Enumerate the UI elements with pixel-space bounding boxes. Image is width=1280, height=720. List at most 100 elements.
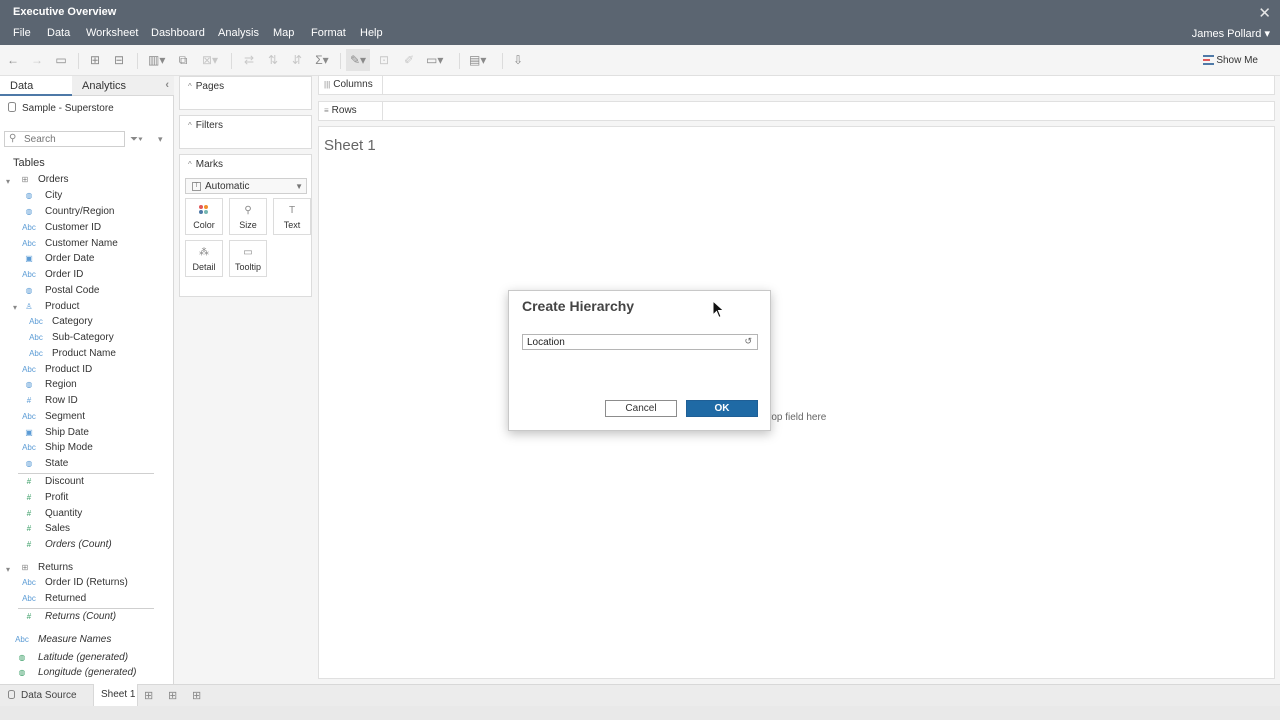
columns-icon: ||| [324,80,331,89]
new-worksheet-icon[interactable]: ▥▾ [148,53,165,67]
abc-icon: Abc [29,349,43,358]
search-icon: ⚲ [9,133,17,144]
sheet-tabs-bar: Data Source Sheet 1 ⊞ ⊞ ⊞ [0,684,1280,706]
reset-icon[interactable]: ↺ [744,336,752,347]
separator [18,473,154,474]
collapse-pane-icon[interactable]: ‹ [165,79,169,91]
tooltip-icon: ▭ [243,247,253,258]
fit-icon[interactable]: ▤▾ [469,53,486,67]
ok-button[interactable]: OK [686,400,758,417]
hierarchy-icon: ♙ [25,302,33,311]
globe-icon: ◍ [25,286,33,295]
expand-orders-icon[interactable]: ▾ [6,177,10,186]
filter-icon[interactable]: ⏷▾ [130,134,143,145]
filters-title: ^ Filters [188,120,223,131]
toolbar-separator [502,53,503,69]
menu-map[interactable]: Map [273,27,294,39]
new-data-source-icon[interactable]: ⊞ [87,53,103,67]
new-story-icon[interactable]: ⊞ [192,689,201,702]
abc-icon: Abc [29,333,43,342]
database-icon [8,102,16,112]
user-menu[interactable]: James Pollard ▾ [1192,27,1270,40]
globe-icon: ◍ [18,653,26,662]
data-source-item[interactable]: Sample - Superstore [8,102,114,114]
mouse-cursor-icon [712,300,725,319]
labels-icon[interactable]: ✐ [401,53,417,67]
rows-icon: ≡ [324,106,329,115]
show-me-button[interactable]: Show Me [1216,55,1258,66]
database-icon [8,690,15,699]
menu-help[interactable]: Help [360,27,383,39]
menu-analysis[interactable]: Analysis [218,27,259,39]
fix-axes-icon[interactable]: ▭▾ [426,53,443,67]
duplicate-icon[interactable]: ⧉ [175,53,191,67]
caret-icon: ^ [188,121,192,130]
filters-card[interactable]: ^ Filters [179,115,312,149]
text-button[interactable]: T Text [273,198,311,235]
rows-shelf[interactable]: ≡ Rows [318,101,1275,121]
totals-icon[interactable]: Σ▾ [314,53,330,67]
text-icon: T [288,205,296,216]
data-source-name: Sample - Superstore [22,103,114,114]
number-icon: # [26,612,32,621]
pages-card[interactable]: ^ Pages [179,76,312,110]
hierarchy-name-input[interactable] [527,336,737,348]
undo-icon[interactable]: ← [5,53,21,67]
toolbar: ← → ▭ ⊞ ⊟ ▥▾ ⧉ ⊠▾ ⇄ ⇅ ⇵ Σ▾ ✎▾ ⊡ ✐ ▭▾ ▤▾ … [0,45,1280,76]
menu-format[interactable]: Format [311,27,346,39]
new-dashboard-icon[interactable]: ⊞ [168,689,177,702]
tooltip-button[interactable]: ▭ Tooltip [229,240,267,277]
close-icon[interactable]: ✕ [1258,4,1271,22]
more-options-icon[interactable]: ▾ [158,134,163,145]
highlight-icon[interactable]: ✎▾ [350,53,366,67]
clear-icon[interactable]: ⊠▾ [202,53,218,67]
worksheet-canvas[interactable]: Sheet 1 rop field here [318,126,1275,679]
number-icon: # [26,493,32,502]
tab-analytics-label: Analytics [82,80,127,92]
new-worksheet-icon[interactable]: ⊞ [144,689,153,702]
expand-returns-icon[interactable]: ▾ [6,565,10,574]
size-button[interactable]: ⚲ Size [229,198,267,235]
calendar-icon: ▣ [25,254,33,263]
color-icon [186,205,222,217]
caret-icon: ^ [188,82,192,91]
toolbar-separator [231,53,232,69]
mark-type-dropdown[interactable]: T Automatic ▼ [185,178,307,194]
abc-icon: Abc [22,594,36,603]
tab-data[interactable]: Data [0,76,72,96]
show-me-icon [1203,55,1214,65]
tab-analytics[interactable]: Analytics ‹ [72,76,174,96]
sheet-title[interactable]: Sheet 1 [324,137,376,154]
columns-shelf[interactable]: ||| Columns [318,75,1275,95]
hierarchy-name-field[interactable]: ↺ [522,334,758,350]
save-icon[interactable]: ▭ [53,53,69,67]
menu-file[interactable]: File [13,27,31,39]
abc-icon: Abc [29,317,43,326]
detail-button[interactable]: ⁂ Detail [185,240,223,277]
menu-data[interactable]: Data [47,27,70,39]
redo-icon[interactable]: → [29,53,45,67]
abc-icon: Abc [22,443,36,452]
title-bar: Executive Overview ✕ File Data Worksheet… [0,0,1280,45]
sort-descending-icon[interactable]: ⇵ [289,53,305,67]
data-source-tab[interactable]: Data Source [8,690,77,701]
cards-panel: ^ Pages ^ Filters ^ Marks T Automatic ▼ Col… [175,76,316,684]
color-button[interactable]: Color [185,198,223,235]
cancel-button[interactable]: Cancel [605,400,677,417]
group-icon[interactable]: ⊡ [376,53,392,67]
detail-icon: ⁂ [199,247,209,258]
swap-icon[interactable]: ⇄ [241,53,257,67]
expand-product-icon[interactable]: ▾ [13,303,17,312]
pause-updates-icon[interactable]: ⊟ [111,53,127,67]
search-input[interactable] [24,133,122,145]
sheet-tab[interactable]: Sheet 1 [93,684,138,706]
globe-icon: ◍ [25,207,33,216]
share-icon[interactable]: ⇩ [510,53,526,67]
menu-worksheet[interactable]: Worksheet [86,27,138,39]
chevron-down-icon: ▼ [295,182,303,191]
pages-title: ^ Pages [188,81,225,92]
table-icon: ⊞ [21,563,29,572]
menu-dashboard[interactable]: Dashboard [151,27,205,39]
search-box[interactable]: ⚲ [4,131,125,147]
sort-ascending-icon[interactable]: ⇅ [265,53,281,67]
